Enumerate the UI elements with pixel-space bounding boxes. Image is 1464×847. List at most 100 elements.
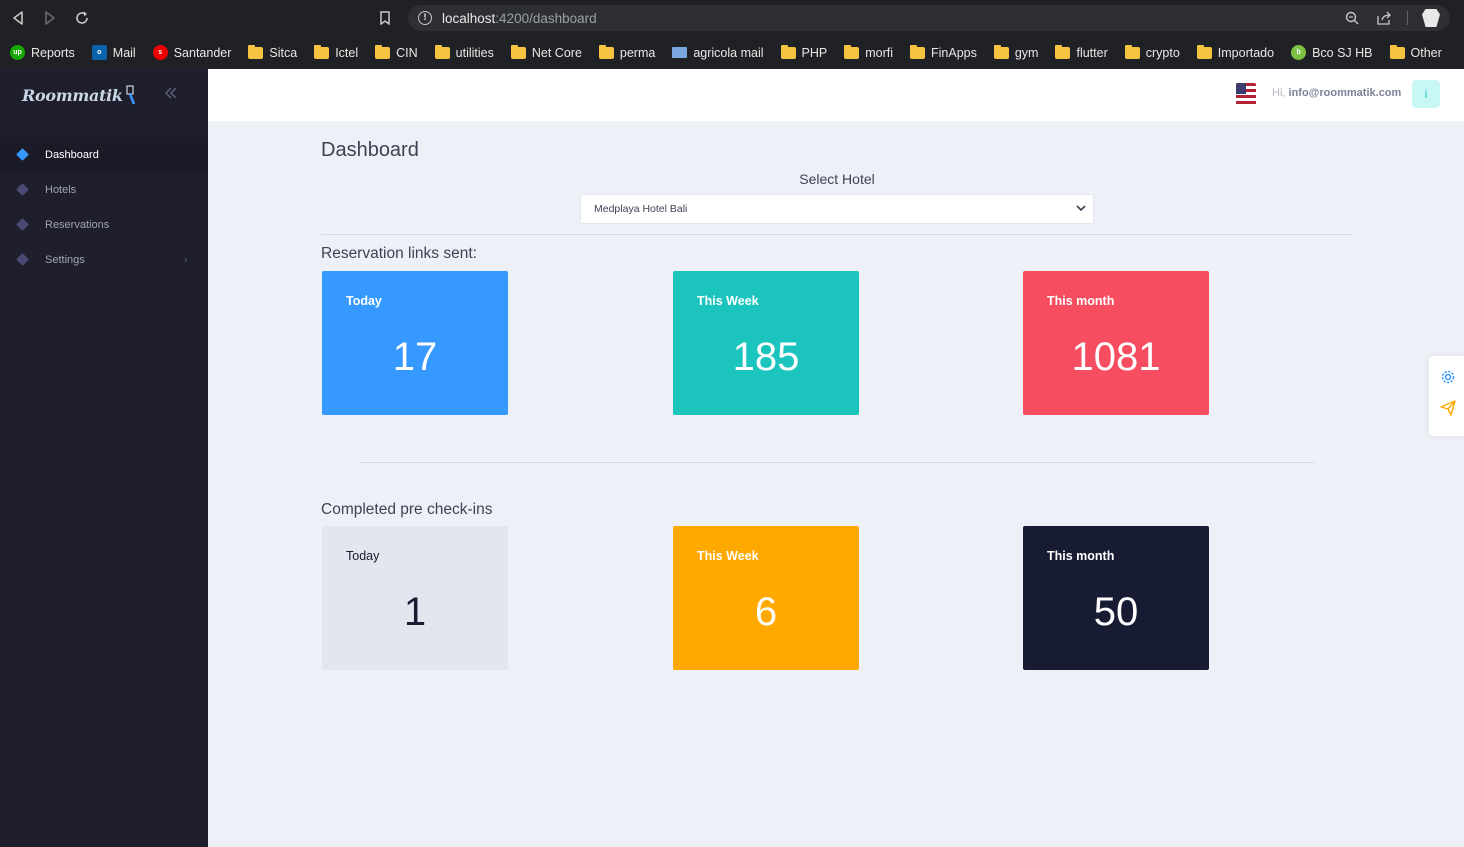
sidebar-item-reservations[interactable]: Reservations [0, 207, 208, 242]
sidebar-collapse-button[interactable] [164, 85, 178, 104]
checkins-week-card: This Week 6 [673, 526, 859, 670]
bookmark-icon [380, 11, 390, 25]
bookmark-sitca[interactable]: Sitca [248, 44, 297, 60]
browser-toolbar: ! localhost:4200/dashboard [0, 0, 1464, 36]
share-icon[interactable] [1375, 9, 1393, 27]
card-label: This Week [697, 294, 759, 308]
brave-shield-icon[interactable] [1422, 9, 1440, 27]
card-label: This month [1047, 294, 1115, 308]
folder-icon [1124, 44, 1140, 59]
sidebar-menu: Dashboard Hotels Reservations Settings › [0, 137, 208, 277]
folder-icon [993, 44, 1009, 59]
card-label: This Week [697, 549, 759, 563]
mail-icon [672, 47, 688, 58]
bookmark-morfi[interactable]: morfi [844, 44, 893, 60]
bookmark-net-core[interactable]: Net Core [510, 44, 582, 60]
url-host: localhost [442, 10, 496, 26]
floating-toolbar [1429, 356, 1464, 436]
reload-button[interactable] [66, 0, 98, 36]
bookmark-finapps[interactable]: FinApps [910, 44, 977, 60]
card-label: This month [1047, 549, 1115, 563]
bookmark-mail[interactable]: o Mail [91, 45, 136, 60]
bookmark-santander[interactable]: s Santander [152, 45, 231, 60]
sidebar-item-settings[interactable]: Settings › [0, 242, 208, 277]
settings-icon [16, 253, 29, 266]
bookmark-gym[interactable]: gym [993, 44, 1038, 60]
sidebar-item-label: Dashboard [45, 148, 99, 161]
select-hotel-label: Select Hotel [799, 171, 875, 187]
back-button[interactable] [2, 0, 34, 36]
folder-icon [375, 44, 391, 59]
folder-icon [844, 44, 860, 59]
folder-icon [598, 44, 614, 59]
reload-icon [76, 11, 88, 24]
avatar[interactable]: i [1412, 80, 1440, 108]
card-value: 17 [392, 335, 438, 379]
bookmark-flutter[interactable]: flutter [1055, 44, 1108, 60]
divider [360, 462, 1314, 463]
forward-icon [45, 11, 55, 25]
divider [321, 234, 1353, 235]
bookmark-cin[interactable]: CIN [375, 44, 418, 60]
dashboard-icon [16, 148, 29, 161]
folder-icon [510, 44, 526, 59]
bookmark-agricola-mail[interactable]: agricola mail [672, 46, 764, 60]
toolbar-separator [1407, 11, 1408, 25]
card-value: 185 [732, 335, 800, 379]
greeting-text: Hi, [1272, 87, 1286, 99]
card-value: 6 [754, 590, 778, 634]
folder-icon [314, 44, 330, 59]
bookmark-bco-sj-hb[interactable]: b Bco SJ HB [1291, 45, 1373, 60]
checkins-month-card: This month 50 [1023, 526, 1209, 670]
bookmark-page-button[interactable] [374, 8, 396, 28]
bookmark-utilities[interactable]: utilities [434, 44, 494, 60]
card-value: 1081 [1071, 335, 1161, 379]
page-title: Dashboard [321, 139, 419, 161]
forward-button[interactable] [34, 0, 66, 36]
folder-icon [1196, 44, 1212, 59]
bookmark-ictel[interactable]: Ictel [314, 44, 358, 60]
bookmark-reports[interactable]: up Reports [10, 45, 75, 60]
bookmark-perma[interactable]: perma [598, 44, 655, 60]
folder-icon [248, 44, 264, 59]
sidebar: Roommatik Dashboard Hotels Reservations … [0, 69, 208, 847]
outlook-icon: o [91, 45, 107, 60]
bookmark-php[interactable]: PHP [780, 44, 827, 60]
logo-area: Roommatik [0, 69, 208, 121]
chevron-right-icon: › [183, 253, 188, 266]
folder-icon [780, 44, 796, 59]
bank-icon: b [1291, 45, 1307, 60]
app-logo[interactable]: Roommatik [22, 86, 123, 105]
reservations-icon [16, 218, 29, 231]
sidebar-item-dashboard[interactable]: Dashboard [0, 137, 208, 172]
hotels-icon [16, 183, 29, 196]
paper-plane-icon[interactable] [1439, 399, 1457, 417]
santander-icon: s [152, 45, 168, 60]
card-label: Today [346, 549, 380, 563]
site-info-icon[interactable]: ! [418, 11, 432, 25]
user-email: info@roommatik.com [1288, 87, 1402, 99]
bookmarks-bar: up Reports o Mail s Santander Sitca Ictel C… [0, 36, 1464, 69]
hotel-select[interactable]: Medplaya Hotel Bali [580, 194, 1094, 224]
reservation-links-title: Reservation links sent: [321, 245, 477, 262]
card-label: Today [346, 294, 382, 308]
precheckins-title: Completed pre check-ins [321, 501, 493, 518]
gear-icon[interactable] [1439, 368, 1457, 386]
bookmark-other[interactable]: Other [1389, 44, 1442, 60]
bookmark-crypto[interactable]: crypto [1124, 44, 1180, 60]
folder-icon [1389, 44, 1405, 59]
sidebar-item-hotels[interactable]: Hotels [0, 172, 208, 207]
address-bar[interactable]: ! localhost:4200/dashboard [408, 5, 1450, 31]
card-value: 1 [403, 590, 427, 634]
zoom-icon[interactable] [1343, 9, 1361, 27]
sidebar-item-label: Hotels [45, 183, 77, 196]
us-flag-icon[interactable] [1236, 83, 1256, 105]
folder-icon [910, 44, 925, 59]
selected-hotel: Medplaya Hotel Bali [594, 203, 688, 215]
user-greeting[interactable]: Hi, info@roommatik.com [1272, 87, 1401, 99]
logo-key-icon [126, 85, 135, 105]
links-week-card: This Week 185 [673, 271, 859, 415]
bookmark-importado[interactable]: Importado [1196, 44, 1274, 60]
address-bar-actions [1343, 9, 1440, 27]
sidebar-item-label: Reservations [45, 218, 110, 231]
